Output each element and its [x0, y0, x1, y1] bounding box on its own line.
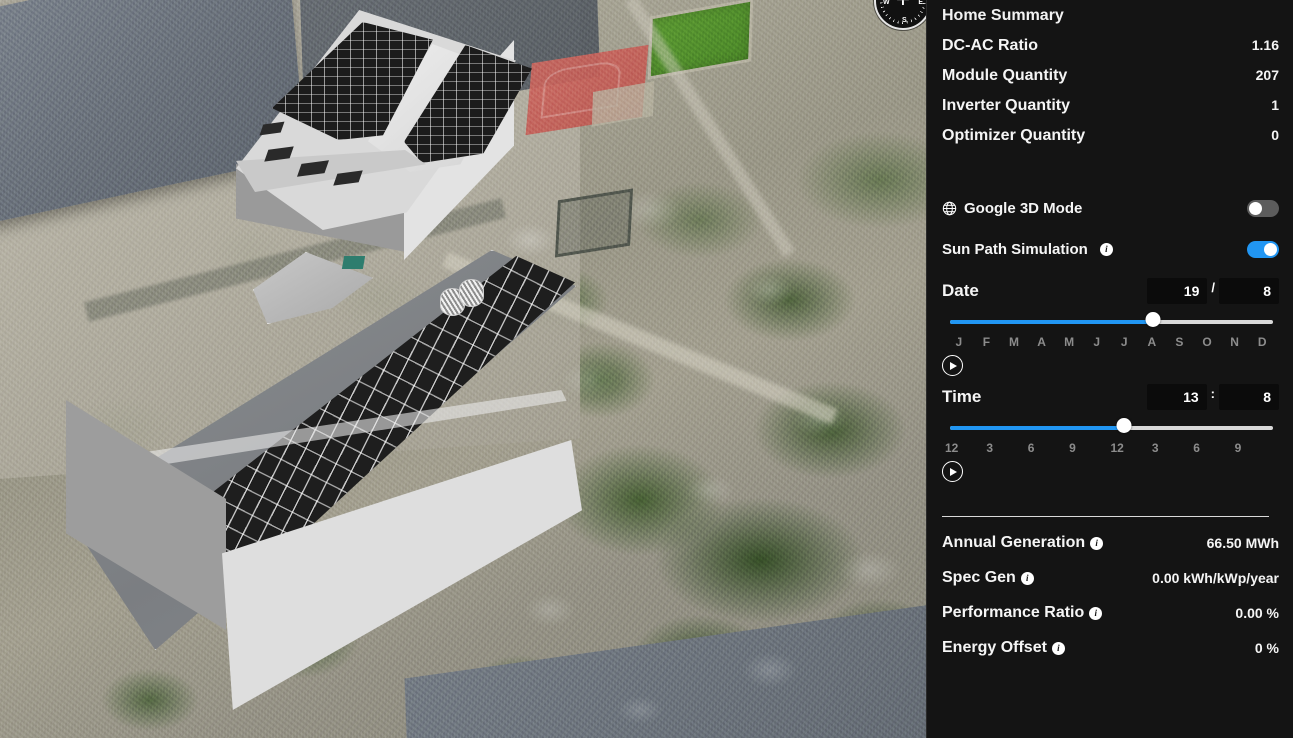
summary-value: 1: [1271, 97, 1279, 113]
slider-tick-label: J: [1120, 335, 1128, 349]
info-icon[interactable]: i: [1051, 641, 1065, 655]
time-slider-track[interactable]: [950, 426, 1273, 430]
date-slider-ticks: JFMAMJJASOND: [942, 335, 1279, 349]
slider-tick-label: 6: [1193, 441, 1200, 455]
date-separator: /: [1211, 279, 1215, 295]
metric-label-text: Performance Ratio: [942, 604, 1085, 621]
time-minute-input[interactable]: 8: [1219, 384, 1279, 410]
play-icon: [950, 467, 957, 476]
metric-value: 0 %: [1254, 640, 1279, 656]
summary-row-dc-ac-ratio: DC-AC Ratio 1.16: [942, 25, 1279, 55]
slider-tick-label: 3: [1151, 441, 1159, 455]
slider-tick-label: A: [1037, 335, 1046, 349]
metric-row-spec-gen: Spec Gen i 0.00 kWh/kWp/year: [942, 552, 1279, 587]
slider-tick-label: O: [1202, 335, 1212, 349]
metric-label: Spec Gen i: [942, 569, 1034, 587]
slider-tick-label: 12: [1110, 441, 1124, 455]
summary-value: 0: [1271, 127, 1279, 143]
metric-label: Performance Ratio i: [942, 604, 1103, 622]
time-separator: :: [1210, 385, 1215, 401]
setting-label-google-3d-mode: Google 3D Mode: [964, 199, 1083, 217]
3d-map-viewport[interactable]: ✛ W E S: [0, 0, 926, 738]
slider-tick-label: 9: [1069, 441, 1076, 455]
slider-tick-label: M: [1064, 335, 1075, 349]
time-slider-thumb[interactable]: [1116, 418, 1132, 433]
toggle-google-3d-mode[interactable]: [1247, 199, 1279, 217]
date-slider-track[interactable]: [950, 320, 1273, 324]
time-slider-fill: [950, 426, 1125, 430]
time-play-button[interactable]: [942, 461, 963, 482]
summary-label: Module Quantity: [942, 67, 1068, 84]
metric-value: 0.00 kWh/kWp/year: [1152, 570, 1279, 586]
slider-tick-label: 12: [945, 441, 959, 455]
slider-tick-label: J: [955, 335, 963, 349]
metric-label: Energy Offset i: [942, 639, 1065, 657]
globe-icon: [942, 201, 957, 216]
toggle-sun-path-simulation[interactable]: [1247, 240, 1279, 258]
metric-label: Annual Generation i: [942, 534, 1104, 552]
toggle-knob: [1249, 201, 1262, 215]
slider-tick-label: 3: [986, 441, 994, 455]
date-slider-fill: [950, 320, 1154, 324]
date-inputs[interactable]: 19 / 8: [1147, 278, 1279, 304]
info-icon[interactable]: i: [1089, 606, 1103, 620]
play-icon: [950, 361, 957, 370]
date-play-button[interactable]: [942, 355, 963, 376]
setting-row-google-3d-mode[interactable]: Google 3D Mode: [942, 193, 1279, 223]
time-label: Time: [942, 387, 982, 406]
summary-label: DC-AC Ratio: [942, 37, 1038, 54]
time-slider[interactable]: [942, 418, 1279, 433]
date-field-row: Date 19 / 8: [942, 278, 1279, 304]
slider-tick-label: F: [982, 335, 991, 349]
toggle-knob: [1264, 242, 1277, 256]
date-label: Date: [942, 281, 979, 300]
slider-tick-label: J: [1093, 335, 1101, 349]
summary-value: 1.16: [1251, 37, 1279, 53]
date-day-input[interactable]: 19: [1147, 278, 1208, 304]
time-hour-input[interactable]: 13: [1146, 384, 1207, 410]
solar-design-app: ✛ W E S Home Summary DC-AC Ratio 1.16 Mo…: [0, 0, 1293, 738]
slider-tick-label: 9: [1234, 441, 1242, 455]
metric-label-text: Annual Generation: [942, 534, 1086, 551]
compass-east-label: E: [918, 0, 923, 6]
slider-tick-label: 6: [1027, 441, 1035, 455]
info-icon[interactable]: i: [1020, 571, 1034, 585]
time-field-row: Time 13 : 8: [942, 384, 1279, 410]
metric-row-annual-generation: Annual Generation i 66.50 MWh: [942, 517, 1279, 552]
slider-tick-label: M: [1008, 335, 1019, 349]
summary-label: Inverter Quantity: [942, 97, 1071, 114]
compass-crosshair-icon: ✛: [896, 0, 910, 9]
compass-south-label: S: [902, 17, 907, 24]
date-slider-thumb[interactable]: [1145, 312, 1161, 327]
summary-row-inverter-quantity: Inverter Quantity 1: [942, 85, 1279, 115]
date-month-input[interactable]: 8: [1219, 278, 1279, 304]
slider-tick-label: A: [1147, 335, 1157, 349]
setting-label-sun-path-simulation: Sun Path Simulation: [942, 240, 1088, 258]
setting-row-sun-path-simulation[interactable]: Sun Path Simulation i: [942, 234, 1279, 264]
date-slider[interactable]: [942, 312, 1279, 327]
metric-value: 66.50 MWh: [1206, 535, 1279, 551]
summary-row-optimizer-quantity: Optimizer Quantity 0: [942, 115, 1279, 145]
roof-vent: [459, 279, 484, 307]
summary-row-module-quantity: Module Quantity 207: [942, 55, 1279, 85]
metric-value: 0.00 %: [1235, 605, 1279, 621]
slider-tick-label: S: [1175, 335, 1184, 349]
metric-row-energy-offset: Energy Offset i 0 %: [942, 622, 1279, 657]
green-marker: [341, 256, 366, 269]
info-icon[interactable]: i: [1099, 242, 1113, 256]
slider-tick-label: D: [1257, 335, 1267, 349]
metric-label-text: Energy Offset: [942, 639, 1047, 656]
summary-value: 207: [1255, 67, 1279, 83]
time-inputs[interactable]: 13 : 8: [1146, 384, 1279, 410]
compass-west-label: W: [883, 0, 890, 6]
metric-label-text: Spec Gen: [942, 569, 1016, 586]
time-slider-ticks: 12 3 6 9 12 3 6 9: [942, 441, 1279, 455]
summary-label: Optimizer Quantity: [942, 127, 1086, 144]
metric-row-performance-ratio: Performance Ratio i 0.00 %: [942, 587, 1279, 622]
summary-side-panel: Home Summary DC-AC Ratio 1.16 Module Qua…: [926, 0, 1293, 738]
page-title: Home Summary: [942, 7, 1064, 24]
slider-tick-label: N: [1230, 335, 1239, 349]
info-icon[interactable]: i: [1090, 536, 1104, 550]
